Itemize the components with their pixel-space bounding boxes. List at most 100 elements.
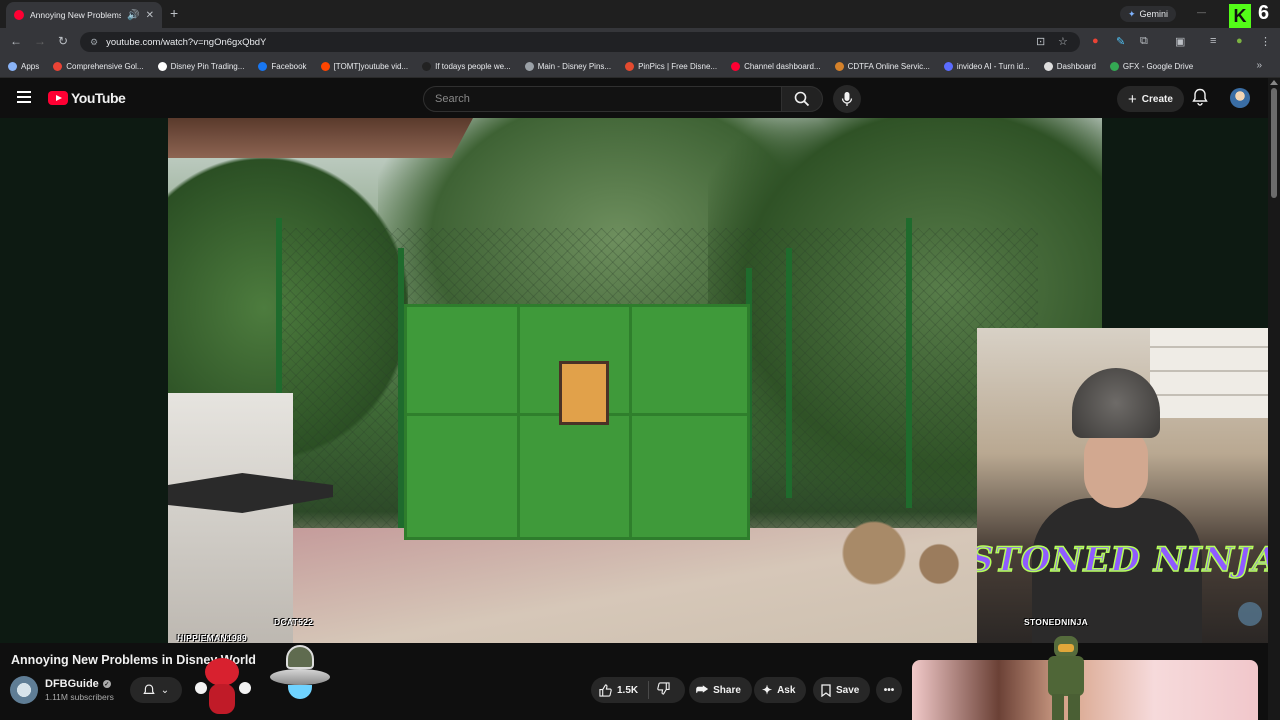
like-dislike-group: 1.5K <box>591 677 685 703</box>
page-scrollbar[interactable] <box>1268 78 1280 720</box>
bookmark-item[interactable]: Comprehensive Gol... <box>53 62 144 71</box>
bookmark-item[interactable]: [TOMT]youtube vid... <box>320 62 408 71</box>
share-button[interactable]: ⮫ Share <box>689 677 752 703</box>
search-button[interactable] <box>781 86 823 112</box>
forward-arrow-icon[interactable]: → <box>34 34 46 48</box>
verified-check-icon: ✓ <box>102 680 111 688</box>
address-bar-row: ← → ↻ ⚙ youtube.com/watch?v=ngOn6gxQbdY … <box>0 28 1280 56</box>
video-roof <box>168 118 473 158</box>
fence-post <box>786 248 792 498</box>
wall-sign <box>559 361 609 425</box>
save-label: Save <box>836 684 860 696</box>
bookmark-item[interactable]: CDTFA Online Servic... <box>834 62 930 71</box>
extension-red-icon[interactable]: ● <box>1092 35 1099 47</box>
browser-tab-strip: Annoying New Problems in 🔊 ✕ + ✦ Gemini … <box>0 0 1280 28</box>
reload-icon[interactable]: ↻ <box>58 34 68 48</box>
tab-title: Annoying New Problems in <box>30 10 122 20</box>
bookmark-icon <box>1109 62 1119 71</box>
close-tab-icon[interactable]: ✕ <box>146 10 154 21</box>
streamer-face <box>1084 428 1148 508</box>
subscriber-count: 1.11M subscribers <box>45 692 114 702</box>
green-construction-wall <box>404 304 750 540</box>
thumbs-down-icon <box>657 682 670 695</box>
channel-name-text: DFBGuide <box>45 678 99 690</box>
bookmark-item[interactable]: Main - Disney Pins... <box>524 62 611 71</box>
extensions-puzzle-icon[interactable]: ⧉ <box>1140 35 1148 48</box>
bookmarks-bar: Apps Comprehensive Gol... Disney Pin Tra… <box>0 56 1280 78</box>
create-label: Create <box>1141 93 1173 105</box>
address-input[interactable]: ⚙ youtube.com/watch?v=ngOn6gxQbdY <box>80 32 1080 52</box>
scroll-up-icon[interactable] <box>1270 80 1278 85</box>
bookmark-star-icon[interactable]: ☆ <box>1058 35 1068 48</box>
install-icon[interactable]: ⊡ <box>1036 35 1045 48</box>
channel-name[interactable]: DFBGuide ✓ <box>45 678 111 690</box>
minimize-icon[interactable]: — <box>1197 7 1206 17</box>
back-arrow-icon[interactable]: ← <box>10 34 22 48</box>
share-arrow-icon: ⮫ <box>696 682 709 697</box>
bookmark-item[interactable]: Dashboard <box>1043 62 1096 71</box>
bookmarks-overflow-icon[interactable]: » <box>1256 60 1262 71</box>
fence-post <box>906 218 912 508</box>
gemini-button[interactable]: ✦ Gemini <box>1120 6 1177 22</box>
player-control-icon[interactable] <box>1238 602 1262 626</box>
url-text: youtube.com/watch?v=ngOn6gxQbdY <box>106 36 267 48</box>
viewer-watermark: DCAT522 <box>274 617 314 627</box>
browser-tab[interactable]: Annoying New Problems in 🔊 ✕ <box>6 2 162 28</box>
notifications-bell-icon[interactable] <box>1192 88 1208 106</box>
speaker-icon[interactable]: 🔊 <box>127 10 139 21</box>
share-label: Share <box>713 684 741 696</box>
save-button[interactable]: Save <box>813 677 871 703</box>
wall-seam <box>517 307 520 537</box>
media-icon[interactable]: ≡ <box>1210 35 1216 47</box>
ask-label: Ask <box>777 684 796 696</box>
bookmark-item[interactable]: Apps <box>8 62 39 71</box>
bookmark-icon <box>320 62 330 71</box>
bookmark-item[interactable]: Facebook <box>258 62 307 71</box>
video-player[interactable]: HIPPIEMAN1989 DCAT522 STONED NINJA STONE… <box>0 118 1268 643</box>
youtube-logo[interactable]: YouTube <box>48 90 126 106</box>
extension-blue-icon[interactable]: ✎ <box>1116 35 1125 48</box>
bookmark-item[interactable]: GFX - Google Drive <box>1109 62 1193 71</box>
viewer-watermark: HIPPIEMAN1989 <box>177 633 248 643</box>
bookmark-icon <box>943 62 953 71</box>
bookmark-item[interactable]: If todays people we... <box>422 62 511 71</box>
menu-kebab-icon[interactable]: ⋮ <box>1260 35 1271 48</box>
bookmark-icon <box>258 62 268 71</box>
bookmark-icon <box>524 62 534 71</box>
microphone-icon <box>841 92 853 106</box>
bookmark-item[interactable]: PinPics | Free Disne... <box>625 62 717 71</box>
site-info-icon[interactable]: ⚙ <box>90 37 98 48</box>
scrollbar-thumb[interactable] <box>1271 88 1277 198</box>
search-input[interactable]: Search <box>423 86 783 112</box>
sidebar-icon[interactable]: ▣ <box>1175 35 1185 48</box>
channel-avatar[interactable] <box>10 676 38 704</box>
ask-button[interactable]: ✦ Ask <box>754 677 807 703</box>
viewer-watermark: STONEDNINJA <box>1024 617 1089 627</box>
wall-seam <box>629 307 632 537</box>
video-frame <box>168 118 1102 643</box>
dislike-button[interactable] <box>649 682 670 698</box>
streamer-webcam: STONED NINJA <box>977 328 1268 643</box>
beanie <box>1072 368 1160 438</box>
like-count: 1.5K <box>617 684 639 696</box>
gemini-label: Gemini <box>1139 9 1169 19</box>
profile-icon[interactable]: ● <box>1236 35 1243 47</box>
more-actions-button[interactable]: ••• <box>876 677 902 703</box>
youtube-header: YouTube Search + Create <box>0 78 1268 118</box>
voice-search-button[interactable] <box>833 85 861 113</box>
sparkle-icon: ✦ <box>762 683 773 697</box>
hamburger-menu-icon[interactable] <box>17 91 31 103</box>
ufo-sprite-icon <box>270 645 330 701</box>
new-tab-button[interactable]: + <box>170 5 178 21</box>
subscription-bell-button[interactable]: ⌄ <box>130 677 182 703</box>
knuckles-sprite-icon <box>195 652 251 718</box>
bookmark-icon <box>1043 62 1053 71</box>
plus-icon: + <box>1128 90 1137 108</box>
like-button[interactable]: 1.5K <box>591 681 650 699</box>
bookmark-item[interactable]: invideo AI - Turn id... <box>943 62 1030 71</box>
create-button[interactable]: + Create <box>1117 86 1184 112</box>
kick-logo-icon: K <box>1229 4 1251 28</box>
bookmark-item[interactable]: Channel dashboard... <box>731 62 821 71</box>
bookmark-item[interactable]: Disney Pin Trading... <box>157 62 244 71</box>
account-avatar[interactable] <box>1230 88 1250 108</box>
